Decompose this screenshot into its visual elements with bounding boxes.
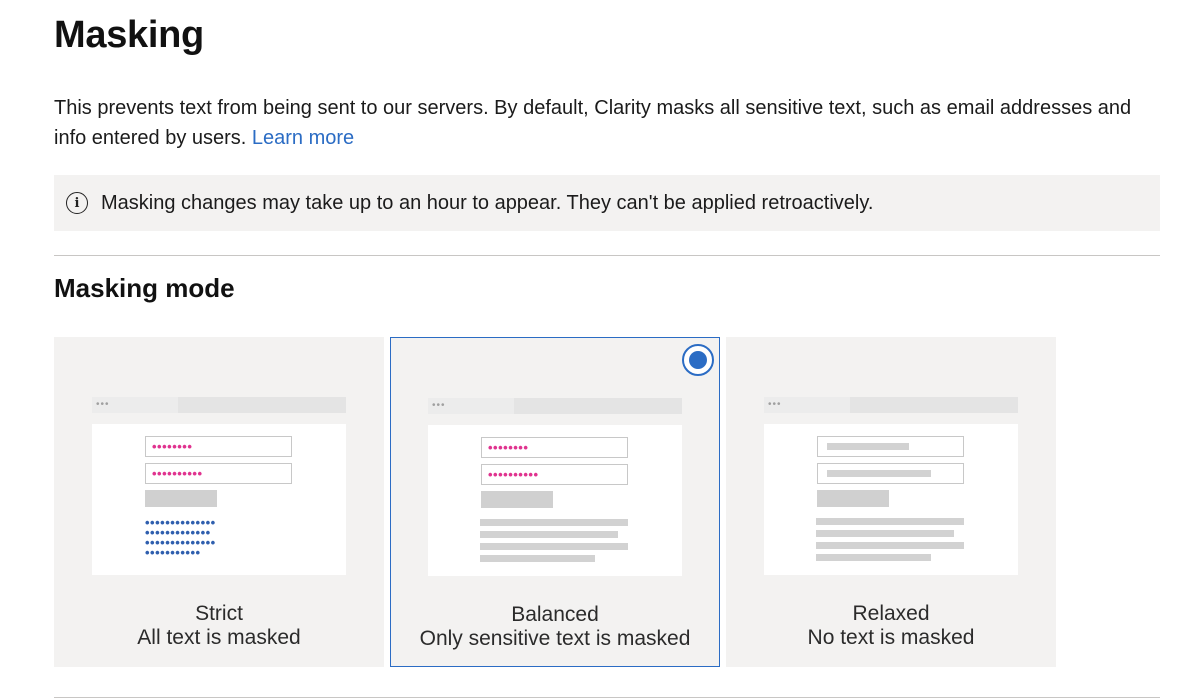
masked-field: •••••••••• <box>145 463 292 484</box>
description-text: This prevents text from being sent to ou… <box>54 97 1132 149</box>
text-line <box>480 519 628 526</box>
browser-dots-icon: ••• <box>96 399 110 410</box>
button-placeholder <box>145 490 217 507</box>
radio-selected-icon[interactable] <box>682 344 714 376</box>
page-description: This prevents text from being sent to ou… <box>54 93 1164 153</box>
browser-titlebar: ••• <box>92 397 346 413</box>
text-line <box>816 530 954 537</box>
text-line <box>816 518 964 525</box>
info-icon: i <box>66 192 88 214</box>
browser-dots-icon: ••• <box>768 399 782 410</box>
section-divider <box>54 255 1160 256</box>
bottom-divider <box>54 697 1160 698</box>
browser-page: •••••••• •••••••••• •••••••••••••• •••••… <box>92 424 346 575</box>
balanced-illustration: ••• •••••••• •••••••••• <box>428 398 682 576</box>
option-name: Relaxed <box>852 602 930 625</box>
button-placeholder <box>481 491 553 508</box>
masked-field: •••••••• <box>481 437 628 458</box>
text-line <box>816 542 964 549</box>
text-field <box>817 436 964 457</box>
masking-option-strict[interactable]: ••• •••••••• •••••••••• •••••••••••••• •… <box>54 337 384 667</box>
browser-page: •••••••• •••••••••• <box>428 425 682 576</box>
masking-option-relaxed[interactable]: ••• Relaxed No text is masked <box>726 337 1056 667</box>
text-line <box>480 531 618 538</box>
text-field <box>817 463 964 484</box>
masked-field: •••••••••• <box>481 464 628 485</box>
page-title: Masking <box>54 14 204 56</box>
option-name: Balanced <box>511 603 599 626</box>
info-bar: i Masking changes may take up to an hour… <box>54 175 1160 231</box>
strict-illustration: ••• •••••••• •••••••••• •••••••••••••• •… <box>92 397 346 575</box>
section-title-masking-mode: Masking mode <box>54 273 235 303</box>
browser-titlebar: ••• <box>764 397 1018 413</box>
option-name: Strict <box>195 602 243 625</box>
masked-text-row: ••••••••••• <box>145 545 201 560</box>
option-subtitle: Only sensitive text is masked <box>419 627 691 650</box>
learn-more-link[interactable]: Learn more <box>252 127 354 149</box>
text-line <box>480 543 628 550</box>
relaxed-illustration: ••• <box>764 397 1018 575</box>
masked-field: •••••••• <box>145 436 292 457</box>
option-subtitle: All text is masked <box>137 626 301 649</box>
browser-page <box>764 424 1018 575</box>
option-subtitle: No text is masked <box>807 626 975 649</box>
text-line <box>816 554 931 561</box>
text-line <box>480 555 595 562</box>
browser-titlebar: ••• <box>428 398 682 414</box>
info-bar-text: Masking changes may take up to an hour t… <box>101 191 874 214</box>
masking-option-balanced[interactable]: ••• •••••••• •••••••••• Balanced Only se… <box>390 337 720 667</box>
browser-dots-icon: ••• <box>432 400 446 411</box>
button-placeholder <box>817 490 889 507</box>
